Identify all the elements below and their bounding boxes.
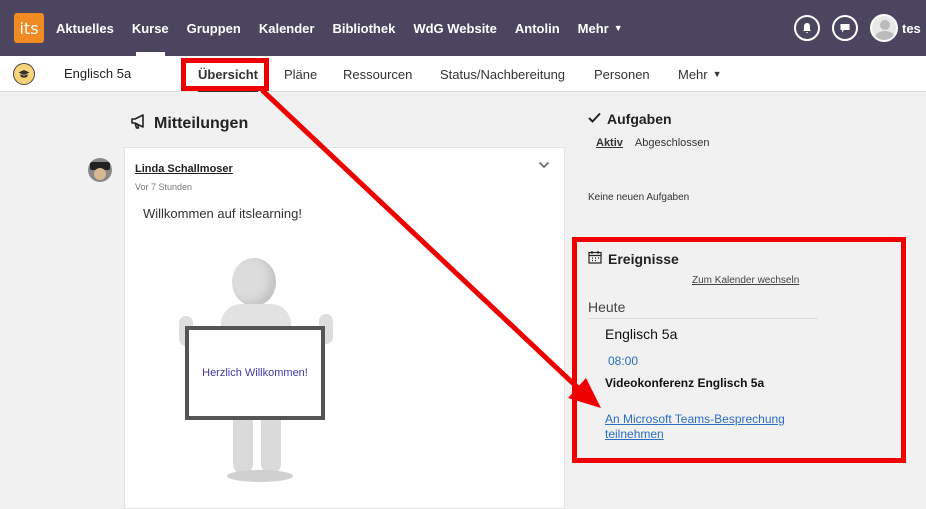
author-avatar[interactable] — [88, 158, 112, 182]
post-time: Vor 7 Stunden — [135, 182, 193, 192]
figure-leg-left — [233, 414, 253, 474]
tasks-heading: Aufgaben — [588, 110, 672, 127]
announcement-card: Linda Schallmoser Vor 7 Stunden Willkomm… — [124, 147, 565, 509]
top-navigation: its Aktuelles Kurse Gruppen Kalender Bib… — [0, 0, 926, 56]
welcome-sign-text: Herzlich Willkommen! — [202, 367, 308, 379]
events-title: Ereignisse — [608, 251, 679, 267]
tab-ressourcen[interactable]: Ressourcen — [343, 56, 412, 92]
user-name[interactable]: tes — [902, 21, 926, 36]
tab-mehr[interactable]: Mehr ▼ — [678, 56, 722, 92]
tasks-tabs: Aktiv Abgeschlossen — [596, 137, 722, 149]
tasks-tab-aktiv[interactable]: Aktiv — [596, 137, 623, 149]
post-author-link[interactable]: Linda Schallmoser — [135, 163, 233, 175]
nav-gruppen[interactable]: Gruppen — [187, 0, 241, 56]
no-tasks-text: Keine neuen Aufgaben — [588, 192, 690, 203]
welcome-sign: Herzlich Willkommen! — [185, 326, 325, 420]
notifications-bell-icon[interactable] — [794, 15, 820, 41]
nav-mehr-label: Mehr — [577, 20, 609, 36]
chevron-down-icon[interactable] — [538, 160, 550, 172]
tab-personen[interactable]: Personen — [594, 56, 650, 92]
nav-bibliothek[interactable]: Bibliothek — [332, 0, 395, 56]
event-time: 08:00 — [608, 354, 639, 368]
announcements-title: Mitteilungen — [154, 115, 249, 132]
nav-mehr[interactable]: Mehr ▼ — [578, 0, 623, 56]
graduation-cap-icon — [13, 62, 35, 85]
tab-status-nachbereitung[interactable]: Status/Nachbereitung — [440, 56, 565, 92]
calendar-switch-link[interactable]: Zum Kalender wechseln — [692, 275, 799, 286]
course-name[interactable]: Englisch 5a — [64, 66, 131, 81]
itslearning-logo[interactable]: its — [14, 13, 44, 43]
event-title: Videokonferenz Englisch 5a — [605, 376, 765, 390]
today-label: Heute — [588, 299, 626, 315]
nav-kurse[interactable]: Kurse — [132, 0, 169, 56]
tab-uebersicht[interactable]: Übersicht — [198, 56, 258, 92]
tasks-tab-abgeschlossen[interactable]: Abgeschlossen — [635, 137, 710, 149]
teams-meeting-link[interactable]: An Microsoft Teams-Besprechung teilnehme… — [605, 412, 825, 442]
tab-mehr-label: Mehr — [678, 66, 708, 82]
calendar-icon — [588, 250, 602, 268]
megaphone-icon — [130, 114, 148, 134]
figure-feet — [227, 470, 293, 482]
figure-head — [232, 258, 276, 306]
events-heading: Ereignisse — [588, 250, 679, 268]
nav-right-group: tes — [782, 0, 926, 56]
caret-down-icon: ▼ — [712, 69, 722, 79]
nav-antolin[interactable]: Antolin — [515, 0, 560, 56]
figure-leg-right — [261, 414, 281, 474]
post-text: Willkommen auf itslearning! — [143, 206, 302, 221]
tab-plaene[interactable]: Pläne — [284, 56, 317, 92]
nav-kalender[interactable]: Kalender — [259, 0, 315, 56]
announcements-heading: Mitteilungen — [130, 114, 248, 134]
event-course: Englisch 5a — [605, 326, 678, 342]
nav-aktuelles[interactable]: Aktuelles — [56, 0, 114, 56]
nav-wdg-website[interactable]: WdG Website — [413, 0, 497, 56]
today-divider — [588, 318, 818, 319]
figure-legs — [233, 414, 283, 476]
user-avatar[interactable] — [870, 14, 898, 42]
tasks-title: Aufgaben — [607, 110, 672, 127]
caret-down-icon: ▼ — [613, 23, 623, 33]
checkmark-icon — [588, 110, 601, 127]
messages-chat-icon[interactable] — [832, 15, 858, 41]
course-navigation: Englisch 5a Übersicht Pläne Ressourcen S… — [0, 56, 926, 92]
welcome-illustration: Herzlich Willkommen! — [177, 248, 337, 488]
